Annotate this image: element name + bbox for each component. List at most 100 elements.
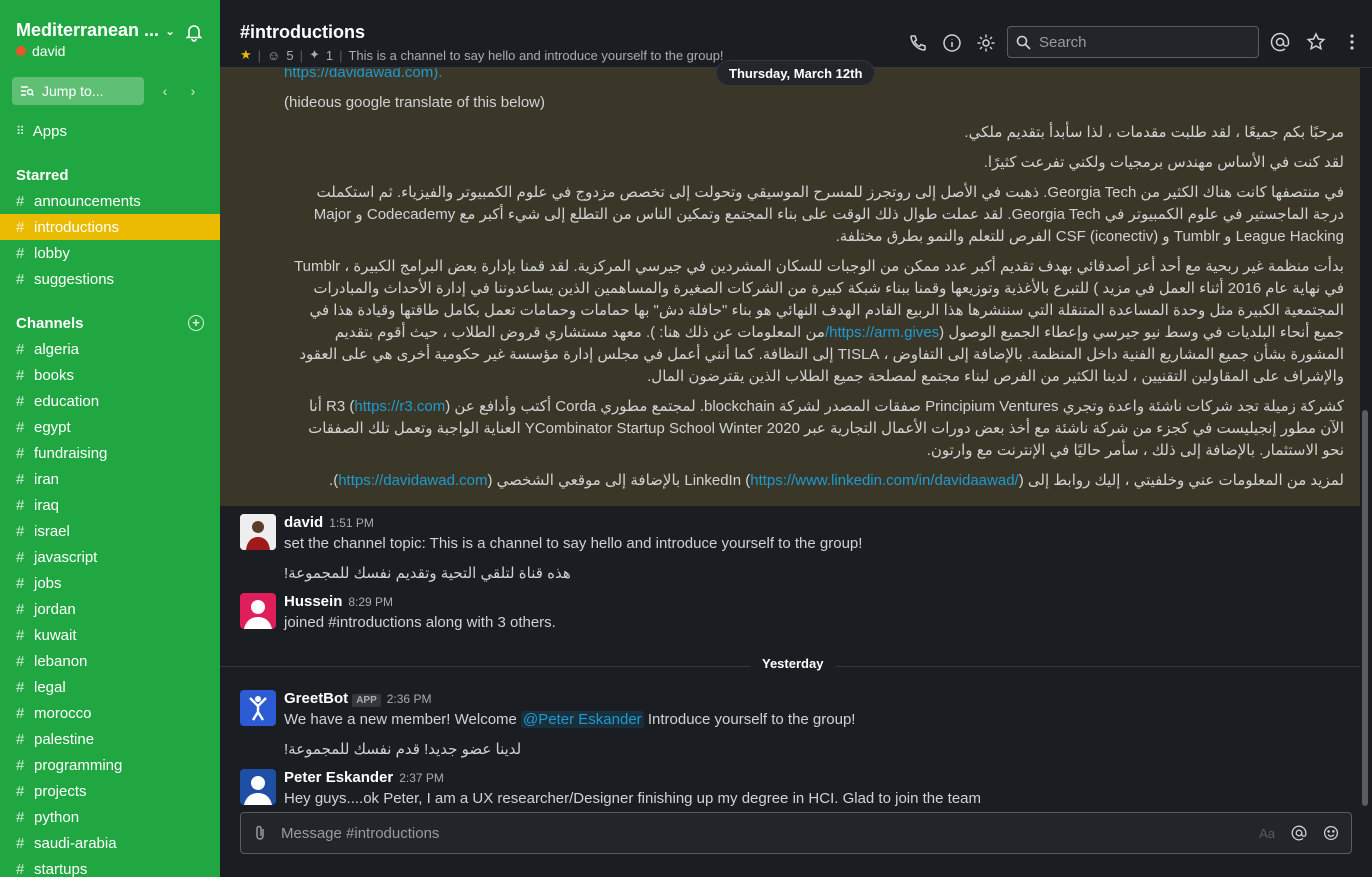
sidebar-item-label: algeria: [34, 340, 80, 358]
apps-item[interactable]: ⠿ Apps: [0, 118, 220, 144]
sidebar-item-introductions[interactable]: # introductions: [0, 214, 220, 240]
more-vertical-icon[interactable]: [1342, 32, 1362, 52]
default-avatar-icon: [244, 776, 272, 805]
members-icon[interactable]: ☺: [267, 48, 280, 63]
phone-icon[interactable]: [908, 33, 928, 53]
sidebar-item-projects[interactable]: # projects: [0, 778, 220, 804]
r3-link[interactable]: https://r3.com: [354, 398, 445, 415]
channel-title[interactable]: #introductions: [240, 22, 365, 43]
mentions-icon[interactable]: [1270, 32, 1290, 52]
message-time[interactable]: 2:37 PM: [399, 771, 444, 785]
back-arrow-icon[interactable]: ‹: [158, 83, 172, 99]
channel-topic[interactable]: This is a channel to say hello and intro…: [348, 48, 723, 63]
message[interactable]: GreetBot APP 2:36 PM We have a new member!…: [220, 682, 1360, 731]
sidebar-item-fundraising[interactable]: # fundraising: [0, 440, 220, 466]
avatar[interactable]: [240, 690, 276, 726]
sidebar-item-announcements[interactable]: # announcements: [0, 188, 220, 214]
date-divider-pill[interactable]: Thursday, March 12th: [716, 60, 876, 86]
arabic-paragraph: بدأت منظمة غير ربحية مع أحد أعز أصدقائي …: [284, 256, 1344, 388]
sidebar-item-morocco[interactable]: # morocco: [0, 700, 220, 726]
message-author[interactable]: david: [284, 514, 323, 531]
forward-arrow-icon[interactable]: ›: [186, 83, 200, 99]
day-divider-label[interactable]: Yesterday: [750, 656, 836, 671]
sidebar-item-programming[interactable]: # programming: [0, 752, 220, 778]
sidebar-item-algeria[interactable]: # algeria: [0, 336, 220, 362]
jump-to-button[interactable]: Jump to...: [12, 77, 144, 105]
search-input[interactable]: Search: [1007, 26, 1259, 58]
emoji-icon[interactable]: [1323, 825, 1339, 841]
message[interactable]: Peter Eskander 2:37 PM Hey guys....ok Pet…: [220, 761, 1360, 808]
hash-icon: #: [16, 218, 25, 236]
workspace-name[interactable]: Mediterranean ...: [16, 20, 159, 41]
message-time[interactable]: 1:51 PM: [329, 516, 374, 530]
linkedin-link[interactable]: https://www.linkedin.com/in/davidaawad/: [750, 472, 1018, 489]
sidebar-item-lebanon[interactable]: # lebanon: [0, 648, 220, 674]
message[interactable]: david 1:51 PM set the channel topic: This…: [220, 506, 1360, 555]
sidebar-item-label: egypt: [34, 418, 71, 436]
hash-icon: #: [16, 704, 25, 722]
pin-icon[interactable]: ✦: [309, 47, 320, 63]
message-input[interactable]: Message #introductions: [281, 825, 1259, 842]
sidebar-item-suggestions[interactable]: # suggestions: [0, 266, 220, 292]
sidebar-item-saudi-arabia[interactable]: # saudi-arabia: [0, 830, 220, 856]
info-icon[interactable]: [942, 33, 962, 53]
sidebar-item-label: kuwait: [34, 626, 77, 644]
sidebar-item-israel[interactable]: # israel: [0, 518, 220, 544]
sidebar-item-lobby[interactable]: # lobby: [0, 240, 220, 266]
sidebar-item-python[interactable]: # python: [0, 804, 220, 830]
sidebar-item-jordan[interactable]: # jordan: [0, 596, 220, 622]
sidebar-item-jobs[interactable]: # jobs: [0, 570, 220, 596]
arabic-paragraph: في منتصفها كانت هناك الكثير من Georgia T…: [313, 184, 1344, 245]
sidebar-item-startups[interactable]: # startups: [0, 856, 220, 877]
format-toggle[interactable]: Aa: [1259, 826, 1275, 841]
chevron-down-icon[interactable]: ⌄: [165, 24, 175, 38]
gear-icon[interactable]: [976, 33, 996, 53]
sidebar-item-books[interactable]: # books: [0, 362, 220, 388]
sidebar-item-egypt[interactable]: # egypt: [0, 414, 220, 440]
workspace-header[interactable]: Mediterranean ... ⌄ david: [0, 0, 220, 68]
sidebar-item-iraq[interactable]: # iraq: [0, 492, 220, 518]
channels-title[interactable]: Channels +: [0, 310, 220, 336]
sidebar-item-palestine[interactable]: # palestine: [0, 726, 220, 752]
sidebar-item-label: suggestions: [34, 270, 115, 288]
personal-site-link[interactable]: https://davidawad.com: [338, 472, 487, 489]
sidebar-item-kuwait[interactable]: # kuwait: [0, 622, 220, 648]
hash-icon: #: [16, 444, 25, 462]
message-time[interactable]: 8:29 PM: [348, 595, 393, 609]
divider: |: [339, 47, 343, 63]
message-time[interactable]: 2:36 PM: [387, 692, 432, 706]
scrollbar[interactable]: [1362, 410, 1368, 806]
sidebar-item-label: books: [34, 366, 75, 384]
attachment-icon[interactable]: [253, 825, 267, 841]
sidebar-item-label: legal: [34, 678, 66, 696]
avatar[interactable]: [240, 514, 276, 550]
avatar[interactable]: [240, 769, 276, 805]
sidebar-item-education[interactable]: # education: [0, 388, 220, 414]
message-author[interactable]: Peter Eskander: [284, 769, 393, 786]
mention-icon[interactable]: [1291, 825, 1307, 841]
message[interactable]: Hussein 8:29 PM joined #introductions alo…: [220, 585, 1360, 634]
sidebar-item-legal[interactable]: # legal: [0, 674, 220, 700]
user-mention[interactable]: @Peter Eskander: [521, 711, 644, 728]
message-author[interactable]: Hussein: [284, 593, 342, 610]
workspace-name-row[interactable]: Mediterranean ... ⌄: [16, 20, 204, 41]
star-outline-icon[interactable]: [1306, 32, 1326, 52]
sidebar-item-javascript[interactable]: # javascript: [0, 544, 220, 570]
arm-gives-link[interactable]: https://arm.gives/: [825, 324, 939, 341]
star-filled-icon[interactable]: ★: [240, 47, 252, 63]
sidebar-item-label: lebanon: [34, 652, 88, 670]
bell-icon[interactable]: [184, 22, 204, 42]
sidebar-item-iran[interactable]: # iran: [0, 466, 220, 492]
message-continuation: لدينا عضو جديد! قدم نفسك للمجموعة!: [220, 731, 1360, 761]
add-channel-icon[interactable]: +: [188, 315, 204, 331]
sidebar-item-label: jordan: [34, 600, 76, 618]
pins-count[interactable]: 1: [326, 48, 333, 63]
channel-view: #introductions ★ | ☺ 5 | ✦ 1 | This is a…: [220, 0, 1372, 877]
website-link[interactable]: https://davidawad.com).: [284, 68, 442, 81]
starred-title[interactable]: Starred: [0, 162, 220, 188]
message-composer[interactable]: Message #introductions Aa: [240, 812, 1352, 854]
hash-icon: #: [16, 652, 25, 670]
avatar[interactable]: [240, 593, 276, 629]
message-author[interactable]: GreetBot: [284, 690, 348, 707]
members-count[interactable]: 5: [286, 48, 293, 63]
